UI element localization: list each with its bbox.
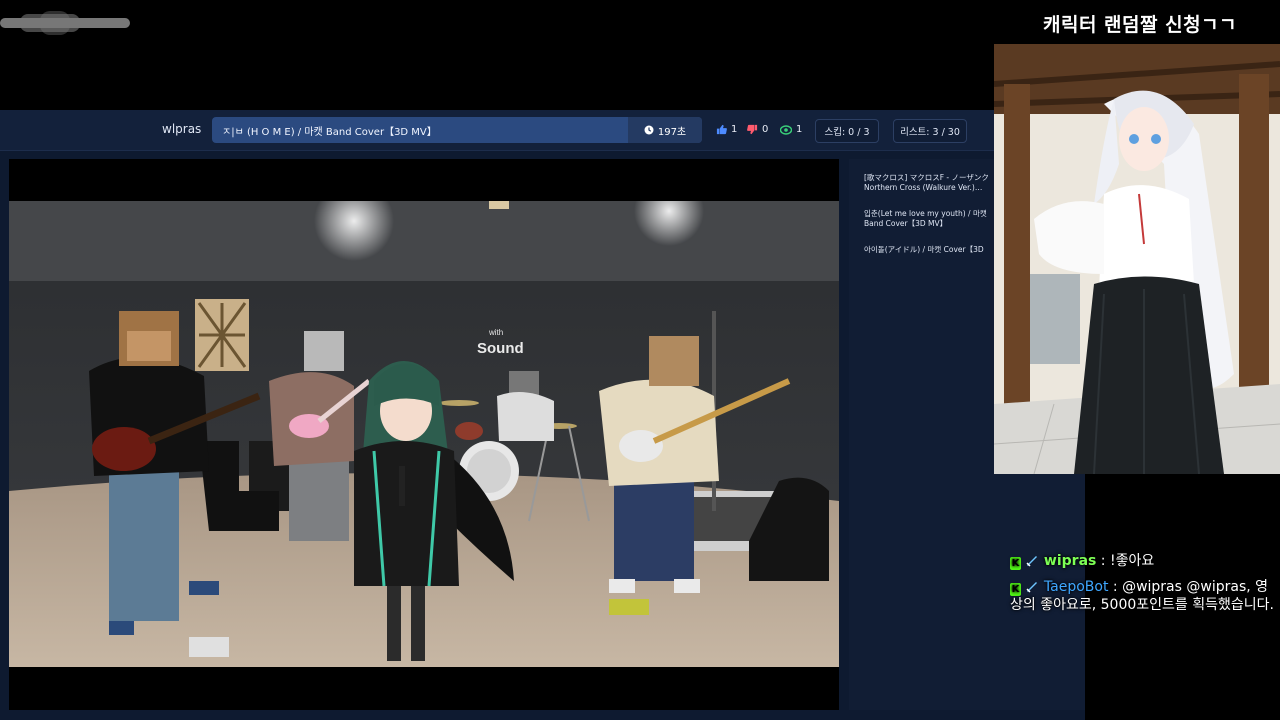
toolbar: wlpras ㅈ|ㅂ (H O M E) / 마캣 Band Cover【3D …: [0, 110, 1085, 151]
remaining-time-value: 197초: [657, 126, 687, 138]
kick-badge-icon: K: [1010, 557, 1021, 570]
like-count: 1: [731, 124, 738, 135]
chat-nickname[interactable]: wipras: [1044, 553, 1096, 569]
requester-name: wlpras: [162, 122, 202, 136]
chat-message: K TaepoBot : @wipras @wipras, 영상의 좋아요로, …: [1010, 579, 1274, 613]
dislike-count: 0: [762, 124, 769, 135]
like-button[interactable]: 1: [716, 124, 737, 135]
skip-counter[interactable]: 스킵: 0 / 3: [815, 119, 879, 143]
chat-feed: K wipras : !좋아요 K TaepoBot : @wipras @wi…: [1010, 552, 1280, 622]
list-counter[interactable]: 리스트: 3 / 30: [893, 119, 967, 143]
dislike-button[interactable]: 0: [747, 124, 768, 135]
video-frame[interactable]: with Sound: [9, 201, 839, 667]
wall-sign-small: with: [488, 328, 503, 337]
clock-icon: [644, 125, 654, 135]
wall-lattice-art: [195, 299, 249, 371]
chat-text: !좋아요: [1109, 553, 1155, 569]
thumbs-down-icon: [747, 124, 758, 135]
kick-badge-icon: K: [1010, 583, 1021, 596]
now-playing-title: ㅈ|ㅂ (H O M E) / 마캣 Band Cover【3D MV】: [222, 127, 437, 138]
audio-visualizer: [0, 11, 130, 35]
sword-badge-icon: [1026, 556, 1038, 567]
remaining-time: 197초: [628, 117, 702, 143]
chat-message: K wipras : !좋아요: [1010, 553, 1155, 570]
view-counter: 1: [780, 124, 802, 135]
music-request-app: wlpras ㅈ|ㅂ (H O M E) / 마캣 Band Cover【3D …: [0, 110, 1085, 720]
queue-item[interactable]: 입춘(Let me love my youth) / 마캣 Band Cover…: [864, 209, 1004, 229]
overlay-title: 캐릭터 랜덤짤 신청ㄱㄱ: [1042, 14, 1238, 36]
now-playing-bar[interactable]: ㅈ|ㅂ (H O M E) / 마캣 Band Cover【3D MV】 197…: [212, 117, 702, 143]
chat-nickname[interactable]: TaepoBot: [1044, 579, 1109, 595]
queue-item[interactable]: 아이돌(アイドル) / 마캣 Cover【3D: [864, 245, 1004, 255]
thumbs-up-icon: [716, 124, 727, 135]
wall-sign: Sound: [477, 340, 524, 357]
queue-item[interactable]: [歌マクロス] マクロスF - ノーザンク Northern Cross (Wa…: [864, 173, 1004, 193]
sword-badge-icon: [1026, 582, 1038, 593]
video-player[interactable]: with Sound: [9, 159, 839, 710]
eye-icon: [780, 124, 792, 135]
character-illustration: [994, 44, 1280, 474]
view-count: 1: [796, 124, 803, 135]
